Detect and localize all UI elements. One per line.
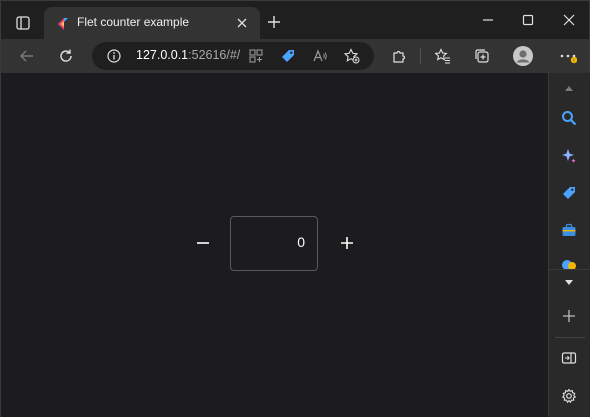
browser-window: Flet counter example 127.0.0.1:52616/#/ … [0,0,590,417]
favorites-icon[interactable] [431,44,455,68]
refresh-icon[interactable] [54,44,78,68]
tag-icon[interactable] [558,182,580,204]
plus-icon [341,237,353,249]
toolbar-divider [420,48,421,64]
page-content: 0 [1,73,548,417]
browser-toolbar: 127.0.0.1:52616/#/ ! [1,39,589,74]
avatar-icon[interactable] [511,44,535,68]
tab-title: Flet counter example [77,15,190,29]
active-tab[interactable]: Flet counter example [44,7,260,40]
counter-field[interactable]: 0 [230,216,318,271]
title-bar: Flet counter example [1,1,589,40]
split-screen-icon[interactable] [558,347,580,369]
info-icon[interactable] [102,44,126,68]
sidebar-divider [549,269,590,270]
maximize-button[interactable] [508,7,548,33]
window-close-button[interactable] [549,7,589,33]
back-arrow-icon[interactable] [15,44,39,68]
tab-actions-icon[interactable] [9,9,37,37]
apps-icon[interactable] [244,44,268,68]
search-icon[interactable] [558,107,580,129]
read-aloud-icon[interactable] [308,44,332,68]
sparkle-icon[interactable] [558,145,580,167]
url-path: :52616/#/ [188,48,241,62]
sidebar-divider [555,337,585,338]
url-text[interactable]: 127.0.0.1:52616/#/ [136,48,240,62]
svg-text:!: ! [573,58,574,64]
increment-button[interactable] [333,229,361,257]
add-sidebar-app-icon[interactable] [558,305,580,327]
tag-icon[interactable] [276,44,300,68]
gear-icon[interactable] [558,385,580,407]
new-tab-button[interactable] [264,12,284,32]
minimize-button[interactable] [468,7,508,33]
toolbox-icon[interactable] [558,219,580,241]
chevron-up-icon[interactable] [558,77,580,99]
star-plus-icon[interactable] [340,44,364,68]
url-host: 127.0.0.1 [136,48,189,62]
chevron-down-icon[interactable] [558,272,580,294]
decrement-button[interactable] [189,229,217,257]
address-bar[interactable]: 127.0.0.1:52616/#/ [92,42,374,70]
minus-icon [197,242,209,244]
counter-value: 0 [297,234,305,250]
puzzle-icon[interactable] [387,44,411,68]
more-icon[interactable]: ! [556,44,580,68]
collections-icon[interactable] [470,44,494,68]
flet-logo-icon [56,16,70,30]
close-icon[interactable] [235,16,249,30]
browser-sidebar [548,73,590,417]
